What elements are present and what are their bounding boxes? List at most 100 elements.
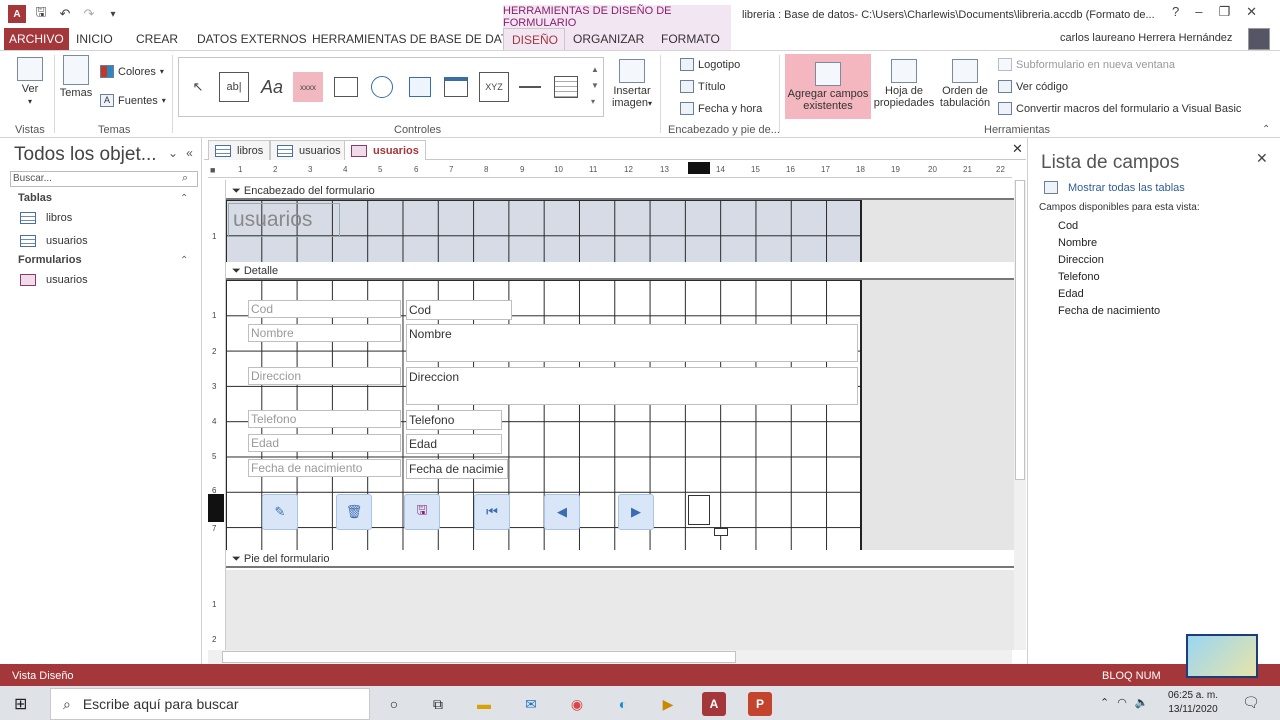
access-taskbar-icon[interactable]: A — [702, 692, 726, 716]
form-design-canvas[interactable]: ⏷ Encabezado del formulario usuarios ⏷ D… — [226, 180, 1014, 650]
new-control-placeholder[interactable] — [688, 495, 710, 525]
field-textbox-cod[interactable]: Cod — [406, 300, 512, 320]
view-button[interactable]: Ver ▾ — [12, 57, 48, 107]
title-button[interactable]: Título — [680, 80, 726, 93]
nav-item-table-usuarios[interactable]: usuarios — [20, 235, 88, 247]
ruler-corner[interactable]: ■ — [210, 165, 215, 175]
hyperlink-tool-icon[interactable] — [367, 72, 397, 102]
add-existing-fields-button[interactable]: Agregar campos existentes — [785, 54, 871, 119]
previous-record-button[interactable]: ◀ — [544, 494, 580, 530]
horizontal-scroll-thumb[interactable] — [222, 651, 736, 663]
gallery-scroll-icon[interactable]: ▲ ▼ ▾ — [591, 62, 599, 110]
section-bar-detail[interactable]: ⏷ Detalle — [226, 262, 1014, 280]
button-tool-icon[interactable]: xxxx — [293, 72, 323, 102]
field-textbox-nombre[interactable]: Nombre — [406, 324, 858, 362]
doc-tab-usuarios-table[interactable]: usuarios — [270, 140, 348, 160]
nav-item-form-usuarios[interactable]: usuarios — [20, 274, 88, 286]
field-label-direccion[interactable]: Direccion — [248, 367, 401, 385]
field-list-item[interactable]: Direccion — [1058, 254, 1104, 266]
nav-pane-title[interactable]: Todos los objet... — [14, 144, 157, 166]
web-browser-tool-icon[interactable] — [405, 72, 435, 102]
view-code-button[interactable]: Ver código — [998, 80, 1068, 93]
tab-organizar[interactable]: ORGANIZAR — [565, 28, 653, 50]
undo-icon[interactable]: ↶ — [56, 5, 74, 23]
notifications-icon[interactable]: 🗨 — [1242, 694, 1260, 711]
volume-icon[interactable]: 🔈 — [1135, 696, 1149, 709]
field-list-item[interactable]: Fecha de nacimiento — [1058, 305, 1160, 317]
restore-button[interactable]: ❐ — [1218, 4, 1230, 20]
nav-group-chevron-icon[interactable]: ⌃ — [180, 255, 188, 266]
tab-herramientas-bd[interactable]: HERRAMIENTAS DE BASE DE DATOS — [304, 28, 533, 50]
wifi-icon[interactable]: ◠ — [1117, 696, 1127, 709]
colors-button[interactable]: Colores ▾ — [100, 65, 164, 78]
field-textbox-fecha-nacimiento[interactable]: Fecha de nacimie — [406, 459, 508, 479]
tab-control-tool-icon[interactable] — [331, 72, 361, 102]
edge-icon[interactable]: ◐ — [611, 692, 635, 716]
nav-collapse-icon[interactable]: « — [186, 146, 193, 160]
nav-item-table-libros[interactable]: libros — [20, 212, 72, 224]
field-label-fecha-nacimiento[interactable]: Fecha de nacimiento — [248, 459, 401, 477]
fonts-button[interactable]: A Fuentes ▾ — [100, 94, 166, 107]
textbox-tool-icon[interactable]: ab| — [219, 72, 249, 102]
help-button[interactable]: ? — [1172, 4, 1179, 20]
nav-group-chevron-icon[interactable]: ⌃ — [180, 193, 188, 204]
media-player-icon[interactable]: ▶ — [656, 692, 680, 716]
cortana-icon[interactable]: ○ — [382, 692, 406, 716]
show-all-tables-link[interactable]: Mostrar todas las tablas — [1044, 181, 1185, 194]
close-window-button[interactable]: ✕ — [1246, 4, 1257, 20]
option-group-tool-icon[interactable]: XYZ — [479, 72, 509, 102]
close-document-icon[interactable]: ✕ — [1012, 141, 1023, 157]
save-record-button[interactable]: 🖫 — [404, 494, 440, 530]
collapse-ribbon-icon[interactable]: ⌃ — [1262, 124, 1270, 135]
tab-order-button[interactable]: Orden de tabulación — [938, 59, 992, 109]
search-icon[interactable]: ⌕ — [182, 172, 188, 185]
delete-record-button[interactable]: 🗑 — [336, 494, 372, 530]
form-title-label[interactable]: usuarios — [228, 203, 340, 237]
select-tool-icon[interactable]: ↖ — [183, 72, 213, 102]
tab-diseno[interactable]: DISEÑO — [503, 28, 565, 50]
field-label-telefono[interactable]: Telefono — [248, 410, 401, 428]
combo-box-tool-icon[interactable] — [551, 72, 581, 102]
field-textbox-edad[interactable]: Edad — [406, 434, 502, 454]
field-list-item[interactable]: Telefono — [1058, 271, 1100, 283]
first-record-button[interactable]: ⏮ — [474, 494, 510, 530]
tab-formato[interactable]: FORMATO — [653, 28, 731, 50]
windows-start-icon[interactable]: ⊞ — [14, 694, 27, 714]
next-record-button[interactable]: ▶ — [618, 494, 654, 530]
footer-section-area[interactable] — [226, 570, 1014, 650]
logo-button[interactable]: Logotipo — [680, 58, 740, 71]
doc-tab-libros[interactable]: libros — [208, 140, 271, 160]
vertical-scroll-thumb[interactable] — [1015, 180, 1025, 480]
edit-record-button[interactable]: ✎ — [262, 494, 298, 530]
section-bar-header[interactable]: ⏷ Encabezado del formulario — [226, 182, 1014, 200]
chevron-up-icon[interactable]: ⌃ — [1100, 696, 1109, 709]
field-label-nombre[interactable]: Nombre — [248, 324, 401, 342]
tab-datos-externos[interactable]: DATOS EXTERNOS — [189, 28, 315, 50]
taskbar-search-box[interactable]: ⌕ Escribe aquí para buscar — [50, 688, 370, 720]
minimize-button[interactable]: – — [1195, 4, 1202, 20]
nav-group-tables[interactable]: Tablas — [18, 192, 52, 204]
convert-macros-button[interactable]: Convertir macros del formulario a Visual… — [998, 102, 1241, 115]
tab-crear[interactable]: CREAR — [128, 28, 186, 50]
field-list-item[interactable]: Cod — [1058, 220, 1078, 232]
themes-button[interactable]: Temas — [58, 55, 94, 99]
page-break-tool-icon[interactable] — [515, 72, 545, 102]
redo-icon[interactable]: ↷ — [80, 5, 98, 23]
avatar[interactable] — [1248, 28, 1270, 50]
tab-archivo[interactable]: ARCHIVO — [4, 28, 69, 50]
field-label-cod[interactable]: Cod — [248, 300, 401, 318]
field-label-edad[interactable]: Edad — [248, 434, 401, 452]
chrome-icon[interactable]: ◉ — [565, 692, 589, 716]
mail-icon[interactable]: ✉ — [519, 692, 543, 716]
field-textbox-telefono[interactable]: Telefono — [406, 410, 502, 430]
field-textbox-direccion[interactable]: Direccion — [406, 367, 858, 405]
close-icon[interactable]: ✕ — [1256, 150, 1268, 167]
user-name[interactable]: carlos laureano Herrera Hernández — [1060, 32, 1232, 44]
section-bar-footer[interactable]: ⏷ Pie del formulario — [226, 550, 1014, 568]
doc-tab-usuarios-form[interactable]: usuarios — [344, 140, 426, 160]
nav-search-input[interactable]: Buscar... — [10, 171, 198, 187]
navigation-tool-icon[interactable] — [441, 72, 471, 102]
taskbar-clock[interactable]: 06:25 a. m. 13/11/2020 — [1168, 689, 1218, 717]
task-view-icon[interactable]: ⧉ — [426, 692, 450, 716]
nav-menu-chevron-icon[interactable]: ⌄ — [168, 146, 178, 160]
